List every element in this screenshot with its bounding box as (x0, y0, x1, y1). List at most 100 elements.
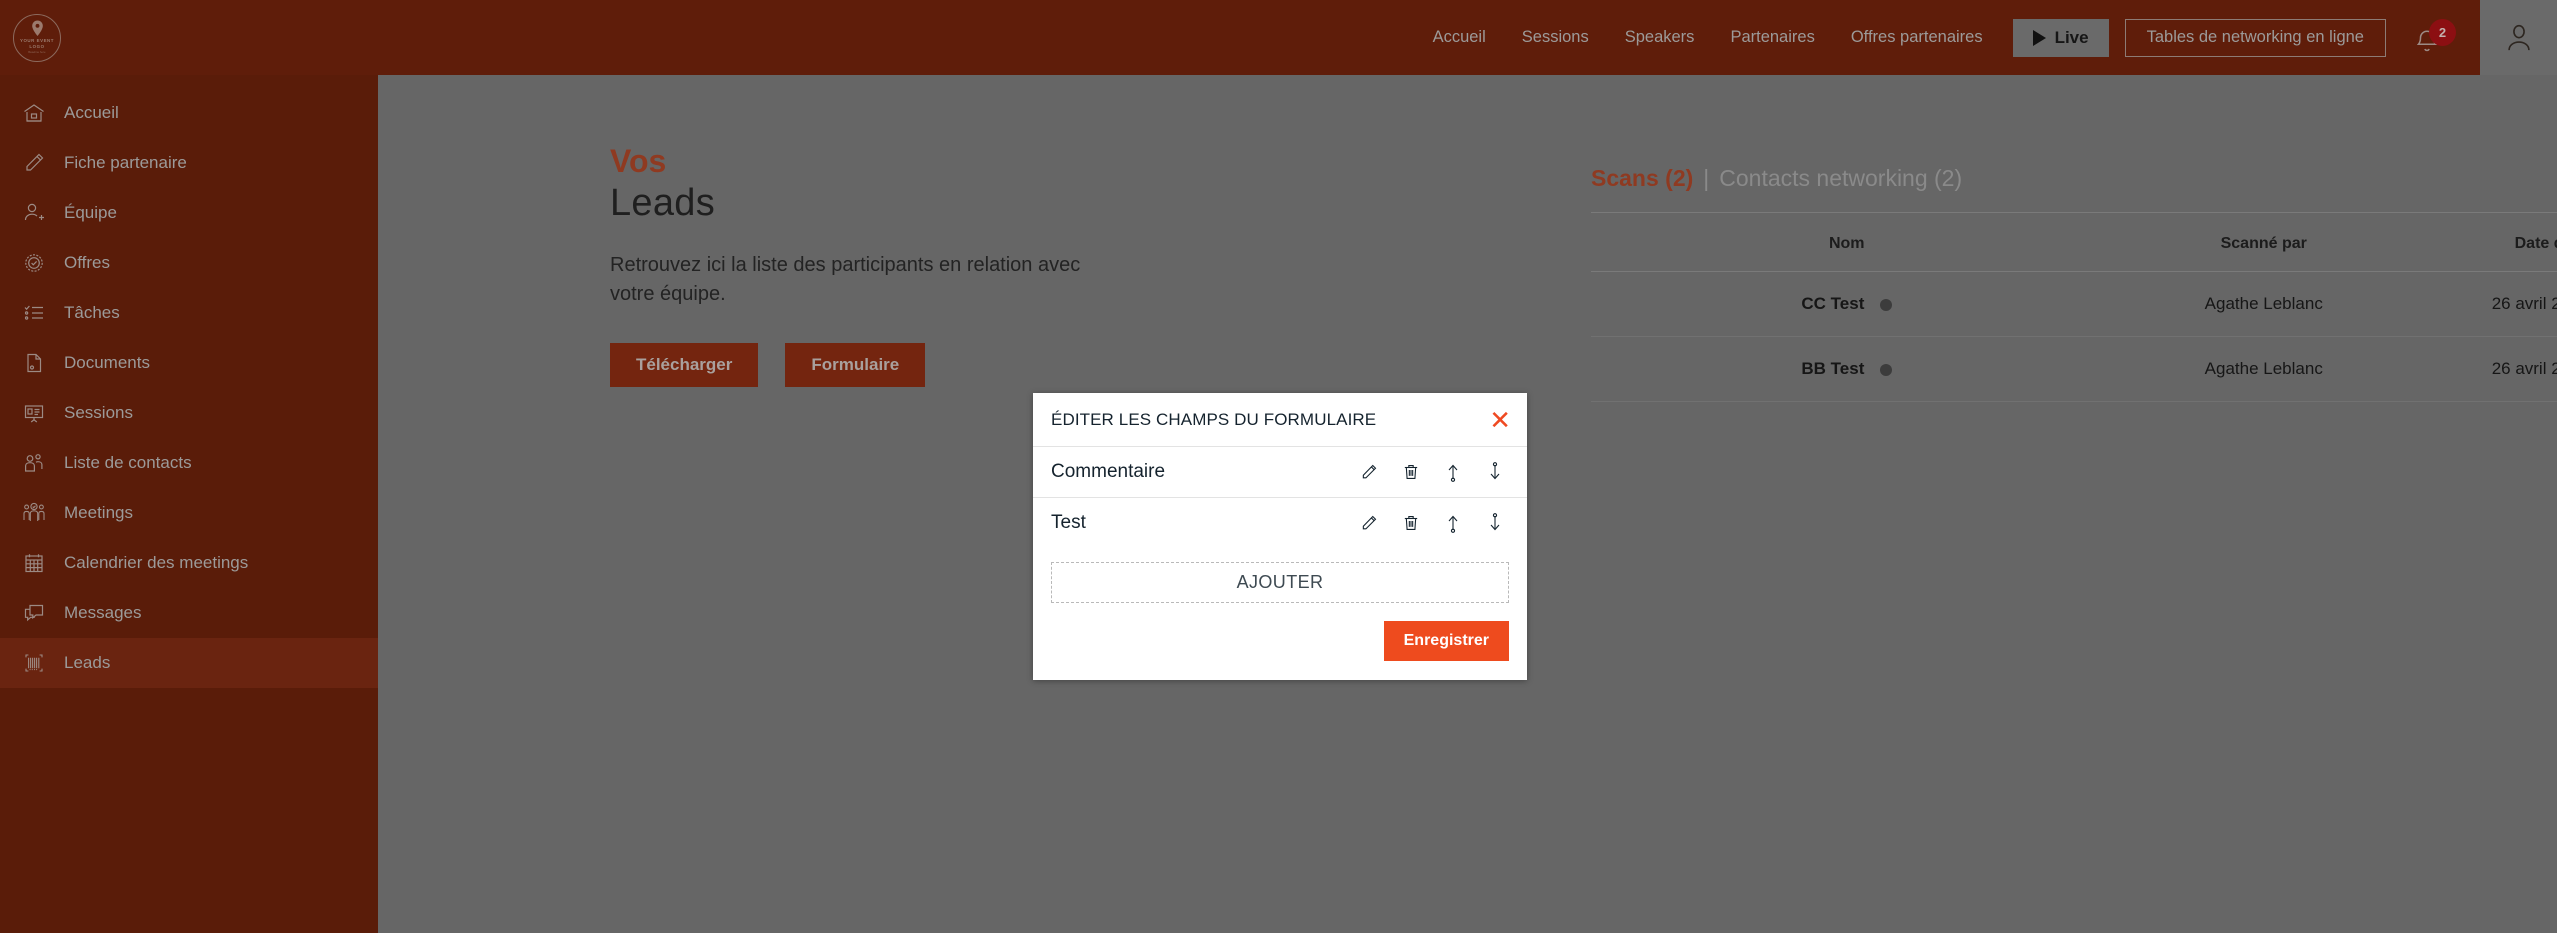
networking-tables-button[interactable]: Tables de networking en ligne (2124, 18, 2386, 57)
column-header-scanne-par[interactable]: Scanné par (2102, 217, 2425, 272)
column-header-nom[interactable]: Nom (1591, 217, 2103, 272)
page-actions: Télécharger Formulaire (610, 343, 1140, 387)
pencil-icon[interactable] (1356, 459, 1382, 485)
notifications-badge: 2 (2429, 18, 2456, 46)
avatar[interactable] (2480, 0, 2557, 75)
sidebar-item-equipe[interactable]: Équipe (0, 188, 378, 238)
modal-header: ÉDITER LES CHAMPS DU FORMULAIRE ✕ (1033, 393, 1527, 446)
add-field-button[interactable]: AJOUTER (1051, 562, 1509, 603)
sidebar-item-meetings[interactable]: Meetings (0, 488, 378, 538)
lead-name: BB Test (1801, 359, 1865, 378)
form-button[interactable]: Formulaire (785, 343, 926, 387)
presentation-icon (20, 399, 48, 427)
sidebar-item-calendrier-des-meetings[interactable]: Calendrier des meetings (0, 538, 378, 588)
move-down-icon[interactable] (1482, 459, 1508, 485)
user-avatar-icon (2507, 24, 2530, 50)
form-field-row: Commentaire (1033, 446, 1527, 497)
badge-check-icon (20, 249, 48, 277)
calendar-icon (20, 549, 48, 577)
tab-separator: | (1703, 165, 1710, 191)
cell-nom: CC Test (1591, 271, 2103, 337)
document-icon (20, 349, 48, 377)
play-icon (2032, 29, 2046, 46)
table-header-row: Nom Scanné par Date de scan (1591, 217, 2557, 272)
sidebar-item-label: Leads (64, 653, 111, 672)
nav-sessions[interactable]: Sessions (1522, 28, 1589, 47)
sidebar-item-label: Documents (64, 353, 150, 372)
page-title: Leads (610, 182, 716, 224)
logo-line-2: LOGO (29, 44, 45, 49)
nav-accueil[interactable]: Accueil (1433, 28, 1486, 47)
meetings-icon (20, 499, 48, 527)
app-root: YOUR EVENT LOGO Baseline here Accueil Se… (0, 0, 2557, 933)
sidebar-item-label: Équipe (64, 203, 117, 222)
logo-line-3: Baseline here (28, 51, 46, 54)
cell-scanne-par: Agathe Leblanc (2102, 271, 2425, 337)
live-button[interactable]: Live (2012, 18, 2109, 57)
nav-partenaires[interactable]: Partenaires (1730, 28, 1814, 47)
status-dot-icon (1880, 363, 1893, 376)
sidebar-item-leads[interactable]: Leads (0, 638, 378, 688)
live-button-label: Live (2054, 27, 2089, 47)
modal-title: ÉDITER LES CHAMPS DU FORMULAIRE (1051, 409, 1377, 429)
logo-circle: YOUR EVENT LOGO Baseline here (13, 13, 61, 62)
sidebar-item-label: Accueil (64, 103, 119, 122)
pencil-icon[interactable] (1356, 510, 1382, 536)
cell-date: 26 avril 2022 14:29 (2424, 336, 2557, 402)
page-eyebrow: Vos (610, 143, 667, 179)
edit-form-fields-modal: ÉDITER LES CHAMPS DU FORMULAIRE ✕ Commen… (1033, 393, 1527, 680)
sidebar-item-documents[interactable]: Documents (0, 338, 378, 388)
contacts-icon (20, 449, 48, 477)
sidebar-item-label: Sessions (64, 403, 133, 422)
panel-divider (1591, 212, 2557, 213)
trash-icon[interactable] (1398, 459, 1424, 485)
sidebar-item-fiche-partenaire[interactable]: Fiche partenaire (0, 138, 378, 188)
sidebar-item-label: Meetings (64, 503, 133, 522)
table-body: CC Test Agathe Leblanc 26 avril 2022 14:… (1591, 271, 2557, 402)
nav-offres-partenaires[interactable]: Offres partenaires (1851, 28, 1983, 47)
table-row[interactable]: BB Test Agathe Leblanc 26 avril 2022 14:… (1591, 336, 2557, 402)
cell-date: 26 avril 2022 14:35 (2424, 271, 2557, 337)
sidebar-item-label: Tâches (64, 303, 120, 322)
tab-scans[interactable]: Scans (2) (1591, 165, 1693, 192)
cell-scanne-par: Agathe Leblanc (2102, 336, 2425, 402)
column-header-date-de-scan[interactable]: Date de scan (2424, 217, 2557, 272)
notifications-button[interactable]: 2 (2414, 18, 2456, 58)
save-button[interactable]: Enregistrer (1383, 621, 1509, 661)
sidebar-item-taches[interactable]: Tâches (0, 288, 378, 338)
sidebar-item-liste-de-contacts[interactable]: Liste de contacts (0, 438, 378, 488)
sidebar-item-sessions[interactable]: Sessions (0, 388, 378, 438)
move-up-icon[interactable] (1440, 459, 1466, 485)
trash-icon[interactable] (1398, 510, 1424, 536)
modal-footer: Enregistrer (1033, 603, 1527, 680)
event-logo[interactable]: YOUR EVENT LOGO Baseline here (0, 0, 378, 75)
top-navigation: Accueil Sessions Speakers Partenaires Of… (378, 0, 2557, 75)
home-icon (20, 99, 48, 127)
sidebar-item-label: Offres (64, 253, 110, 272)
move-up-icon[interactable] (1440, 510, 1466, 536)
sidebar-item-label: Messages (64, 603, 142, 622)
table-head: Nom Scanné par Date de scan (1591, 217, 2557, 272)
sidebar-item-accueil[interactable]: Accueil (0, 88, 378, 138)
map-pin-icon (31, 20, 43, 36)
barcode-scan-icon (20, 649, 48, 677)
form-field-row: Test (1033, 497, 1527, 548)
chat-icon (20, 599, 48, 627)
tab-contacts-networking[interactable]: Contacts networking (2) (1719, 165, 1962, 192)
sidebar-item-messages[interactable]: Messages (0, 588, 378, 638)
close-icon[interactable]: ✕ (1489, 407, 1511, 433)
cell-nom: BB Test (1591, 336, 2103, 402)
top-bar: YOUR EVENT LOGO Baseline here Accueil Se… (0, 0, 2557, 75)
user-add-icon (20, 199, 48, 227)
download-button[interactable]: Télécharger (610, 343, 759, 387)
networking-tables-label: Tables de networking en ligne (2146, 28, 2364, 46)
table-row[interactable]: CC Test Agathe Leblanc 26 avril 2022 14:… (1591, 271, 2557, 337)
add-field-wrapper: AJOUTER (1033, 548, 1527, 603)
form-field-label: Test (1051, 512, 1086, 533)
sidebar-item-label: Liste de contacts (64, 453, 192, 472)
form-field-label: Commentaire (1051, 461, 1166, 482)
nav-speakers[interactable]: Speakers (1625, 28, 1695, 47)
page-description: Retrouvez ici la liste des participants … (610, 254, 1081, 305)
sidebar-item-offres[interactable]: Offres (0, 238, 378, 288)
move-down-icon[interactable] (1482, 510, 1508, 536)
